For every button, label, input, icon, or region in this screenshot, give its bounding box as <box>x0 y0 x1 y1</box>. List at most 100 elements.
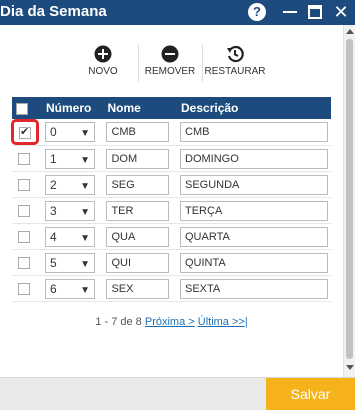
footer-bar: Salvar <box>0 377 355 410</box>
dropdown-arrow-icon: ▼ <box>80 180 90 192</box>
row-checkbox[interactable] <box>18 257 30 270</box>
nome-cell: QUI <box>103 249 177 276</box>
dropdown-arrow-icon: ▼ <box>80 128 90 139</box>
numero-cell: 1 ▼ <box>42 145 104 172</box>
nome-cell: DOM <box>103 145 177 172</box>
scroll-up-arrow-icon[interactable] <box>346 29 354 34</box>
numero-cell: 0 ▼ <box>42 119 104 146</box>
row-select-cell <box>12 223 42 250</box>
nome-input[interactable]: SEX <box>106 278 170 299</box>
remover-button[interactable]: REMOVER <box>138 45 202 85</box>
pagination: 1 - 7 de 8 Próxima > Última >>| <box>0 316 343 328</box>
minimize-icon[interactable] <box>281 3 299 21</box>
row-select-cell <box>12 145 42 172</box>
pagination-range: 1 - 7 de 8 <box>95 316 142 328</box>
table-row: 3 ▼ TER TERÇA <box>12 197 331 224</box>
descricao-input[interactable]: TERÇA <box>180 200 328 221</box>
numero-select[interactable]: 2 ▼ <box>45 174 95 195</box>
nome-input[interactable]: CMB <box>106 122 170 142</box>
checkbox-frame <box>15 279 33 299</box>
descricao-input[interactable]: QUARTA <box>180 226 328 247</box>
restaurar-button[interactable]: RESTAURAR <box>203 45 267 85</box>
row-checkbox[interactable] <box>18 179 30 192</box>
row-select-cell <box>12 275 42 302</box>
numero-cell: 4 ▼ <box>42 223 104 250</box>
table-header-row: Número Nome Descrição <box>12 97 331 119</box>
nome-input[interactable]: SEG <box>106 174 170 195</box>
close-icon[interactable]: ✕ <box>332 3 350 21</box>
nome-cell: CMB <box>103 119 177 146</box>
dropdown-arrow-icon: ▼ <box>80 232 90 244</box>
row-select-cell <box>11 119 42 146</box>
numero-value: 6 <box>50 281 57 296</box>
window-title: Dia da Semana <box>0 3 107 20</box>
nome-input[interactable]: DOM <box>106 148 170 169</box>
row-checkbox[interactable] <box>18 205 30 218</box>
nome-input[interactable]: QUI <box>106 252 170 273</box>
dropdown-arrow-icon: ▼ <box>80 154 90 166</box>
save-button[interactable]: Salvar <box>266 378 355 410</box>
descricao-cell: SEXTA <box>177 275 331 302</box>
numero-value: 4 <box>50 229 57 244</box>
descricao-input[interactable]: DOMINGO <box>180 148 328 169</box>
restaurar-label: RESTAURAR <box>204 66 266 77</box>
restore-history-icon <box>227 45 244 63</box>
row-checkbox[interactable] <box>18 231 30 244</box>
nome-input[interactable]: TER <box>106 200 170 221</box>
descricao-cell: QUINTA <box>177 249 331 276</box>
descricao-header: Descrição <box>177 97 331 119</box>
numero-select[interactable]: 5 ▼ <box>45 252 95 273</box>
weekday-table: Número Nome Descrição 0▼ CMB CMB 1▼ DOM … <box>11 97 331 302</box>
row-select-cell <box>12 197 42 224</box>
numero-value: 1 <box>50 151 57 166</box>
maximize-icon[interactable] <box>306 3 324 21</box>
descricao-input[interactable]: SEGUNDA <box>180 174 328 195</box>
checkbox-frame <box>15 175 33 195</box>
numero-cell: 2 ▼ <box>42 171 104 198</box>
descricao-cell: QUARTA <box>177 223 331 250</box>
checkbox-frame <box>15 227 33 247</box>
row-checkbox[interactable] <box>18 153 30 166</box>
descricao-cell: TERÇA <box>177 197 331 224</box>
numero-cell: 6 ▼ <box>42 275 104 302</box>
numero-cell: 3 ▼ <box>42 197 104 224</box>
row-checkbox[interactable] <box>18 283 30 296</box>
numero-select[interactable]: 6 ▼ <box>45 278 95 299</box>
numero-value: 2 <box>50 177 57 192</box>
numero-value: 0 <box>50 125 57 139</box>
row-checkbox[interactable] <box>19 125 31 139</box>
numero-select[interactable]: 4 ▼ <box>45 226 95 247</box>
scroll-down-arrow-icon[interactable] <box>346 365 354 370</box>
table-row: 4 ▼ QUA QUARTA <box>12 223 331 250</box>
numero-value: 3 <box>50 203 57 218</box>
help-icon[interactable]: ? <box>248 3 266 21</box>
numero-select[interactable]: 0 ▼ <box>45 122 95 142</box>
descricao-input[interactable]: CMB <box>180 122 328 142</box>
numero-header: Número <box>42 97 104 119</box>
numero-select[interactable]: 3 ▼ <box>45 200 95 221</box>
nome-input[interactable]: QUA <box>106 226 170 247</box>
scroll-thumb[interactable] <box>346 39 353 359</box>
vertical-scrollbar[interactable] <box>343 25 355 377</box>
numero-select[interactable]: 1 ▼ <box>45 148 95 169</box>
nome-header: Nome <box>103 97 177 119</box>
table-row: 0▼ CMB CMB <box>11 119 331 146</box>
checkbox-frame <box>15 253 33 273</box>
dropdown-arrow-icon: ▼ <box>80 258 90 270</box>
descricao-input[interactable]: QUINTA <box>180 252 328 273</box>
remover-label: REMOVER <box>144 66 196 77</box>
last-page-link[interactable]: Última >>| <box>198 316 248 328</box>
select-all-checkbox[interactable] <box>16 102 28 115</box>
nome-cell: TER <box>103 197 177 224</box>
window-titlebar: Dia da Semana ? ✕ <box>0 0 355 25</box>
highlighted-checkbox-frame <box>11 119 39 145</box>
novo-button[interactable]: NOVO <box>71 45 135 85</box>
table-row: 2 ▼ SEG SEGUNDA <box>12 171 331 198</box>
table-row: 5 ▼ QUI QUINTA <box>12 249 331 276</box>
next-page-link[interactable]: Próxima > <box>145 316 195 328</box>
descricao-input[interactable]: SEXTA <box>180 278 328 299</box>
dropdown-arrow-icon: ▼ <box>80 284 90 296</box>
numero-value: 5 <box>50 255 57 270</box>
dropdown-arrow-icon: ▼ <box>80 206 90 218</box>
minus-circle-icon <box>161 45 179 63</box>
